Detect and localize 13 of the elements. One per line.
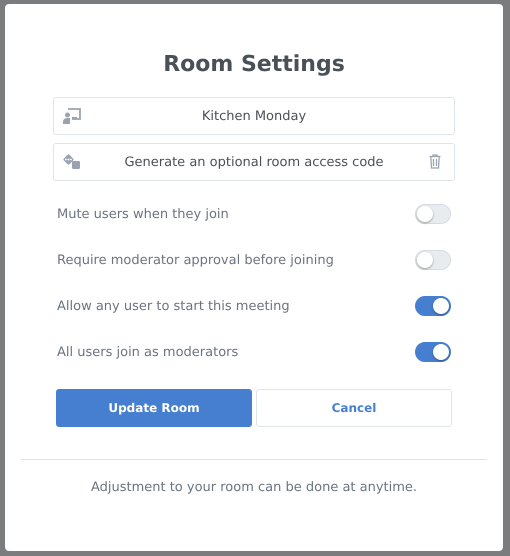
- setting-label: Allow any user to start this meeting: [57, 298, 290, 314]
- dialog-title: Room Settings: [163, 52, 345, 77]
- toggle-switch[interactable]: [415, 296, 451, 316]
- cancel-button[interactable]: Cancel: [256, 389, 452, 427]
- setting-label: All users join as moderators: [57, 344, 238, 360]
- toggle-switch[interactable]: [415, 342, 451, 362]
- setting-label: Require moderator approval before joining: [57, 252, 334, 268]
- room-name-field[interactable]: Kitchen Monday: [53, 97, 455, 135]
- setting-label: Mute users when they join: [57, 206, 229, 222]
- update-button[interactable]: Update Room: [56, 389, 252, 427]
- access-code-field[interactable]: Generate an optional room access code: [53, 143, 455, 181]
- footer-note: Adjustment to your room can be done at anytime.: [90, 480, 418, 495]
- trash-icon[interactable]: [429, 154, 441, 169]
